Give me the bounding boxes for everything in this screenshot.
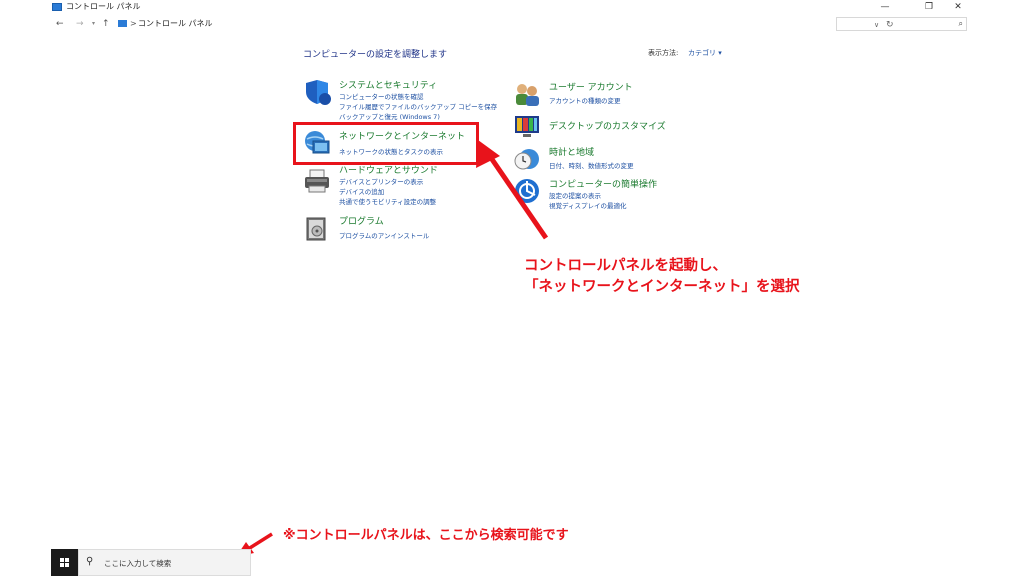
minimize-button[interactable]: — [872, 0, 898, 14]
category-link[interactable]: バックアップと復元 (Windows 7) [339, 111, 440, 121]
breadcrumb-separator: > [130, 19, 137, 28]
highlight-box [293, 122, 479, 165]
address-bar: ← → ▾ ↑ > コントロール パネル ∨ ↻ ⌕ [50, 16, 970, 32]
up-arrow-icon[interactable]: ↑ [102, 16, 110, 32]
printer-icon[interactable] [303, 167, 331, 195]
category-link[interactable]: 設定の提案の表示 [549, 190, 601, 200]
category-title[interactable]: コンピューターの簡単操作 [549, 177, 657, 190]
category-link[interactable]: コンピューターの状態を確認 [339, 91, 424, 101]
forward-arrow-icon[interactable]: → [76, 16, 84, 32]
view-by-dropdown[interactable]: カテゴリ ▾ [688, 48, 722, 58]
category-link[interactable]: デバイスとプリンターの表示 [339, 176, 423, 186]
taskbar-search-box[interactable]: ⚲ ここに入力して検索 [78, 549, 251, 576]
annotation-line-1: コントロールパネルを起動し、 [524, 258, 727, 274]
start-button[interactable] [51, 549, 78, 576]
category-title[interactable]: デスクトップのカスタマイズ [549, 119, 666, 132]
category-title[interactable]: システムとセキュリティ [339, 78, 437, 91]
close-button[interactable]: ✕ [945, 0, 971, 14]
category-link[interactable]: プログラムのアンインストール [339, 230, 429, 240]
control-panel-icon [118, 20, 127, 27]
category-link[interactable]: アカウントの種類の変更 [549, 95, 621, 105]
ease-of-access-icon[interactable] [513, 177, 541, 205]
annotation-main: コントロールパネルを起動し、 「ネットワークとインターネット」を選択 [524, 256, 800, 298]
taskbar-search-placeholder: ここに入力して検索 [104, 559, 172, 568]
control-panel-icon [52, 3, 62, 11]
maximize-button[interactable]: ❐ [916, 0, 942, 14]
address-field[interactable]: > コントロール パネル ∨ ↻ [116, 17, 894, 31]
view-by-label: 表示方法: [648, 49, 679, 57]
taskbar: ⚲ ここに入力して検索 [51, 549, 251, 576]
desktop-icon[interactable] [513, 113, 541, 141]
users-icon[interactable] [513, 80, 541, 108]
category-link[interactable]: ファイル履歴でファイルのバックアップ コピーを保存 [339, 101, 497, 111]
category-title[interactable]: 時計と地域 [549, 145, 594, 158]
recent-locations-icon[interactable]: ▾ [92, 16, 95, 32]
category-link[interactable]: 視覚ディスプレイの最適化 [549, 200, 627, 210]
search-input[interactable]: ⌕ [836, 17, 967, 31]
windows-logo-icon [60, 558, 69, 567]
shield-icon[interactable] [303, 78, 331, 106]
annotation-line-2: 「ネットワークとインターネット」を選択 [524, 279, 800, 295]
annotation-note: ※コントロールパネルは、ここから検索可能です [283, 528, 569, 543]
page-title: コンピューターの設定を調整します [303, 50, 448, 60]
category-link[interactable]: デバイスの追加 [339, 186, 384, 196]
category-title[interactable]: プログラム [339, 214, 384, 227]
window-title: コントロール パネル [66, 2, 141, 11]
category-link[interactable]: 共通で使うモビリティ設定の調整 [339, 196, 436, 206]
search-icon[interactable]: ⌕ [959, 18, 963, 30]
programs-icon[interactable] [303, 214, 331, 242]
breadcrumb-control-panel[interactable]: コントロール パネル [138, 17, 213, 31]
title-bar: コントロール パネル — ❐ ✕ [0, 0, 1024, 14]
annotation-arrows [236, 140, 549, 557]
category-link[interactable]: 日付、時刻、数値形式の変更 [549, 160, 634, 170]
clock-globe-icon[interactable] [513, 145, 541, 173]
back-arrow-icon[interactable]: ← [56, 16, 64, 32]
category-title[interactable]: ユーザー アカウント [549, 80, 633, 93]
search-icon: ⚲ [86, 556, 94, 567]
